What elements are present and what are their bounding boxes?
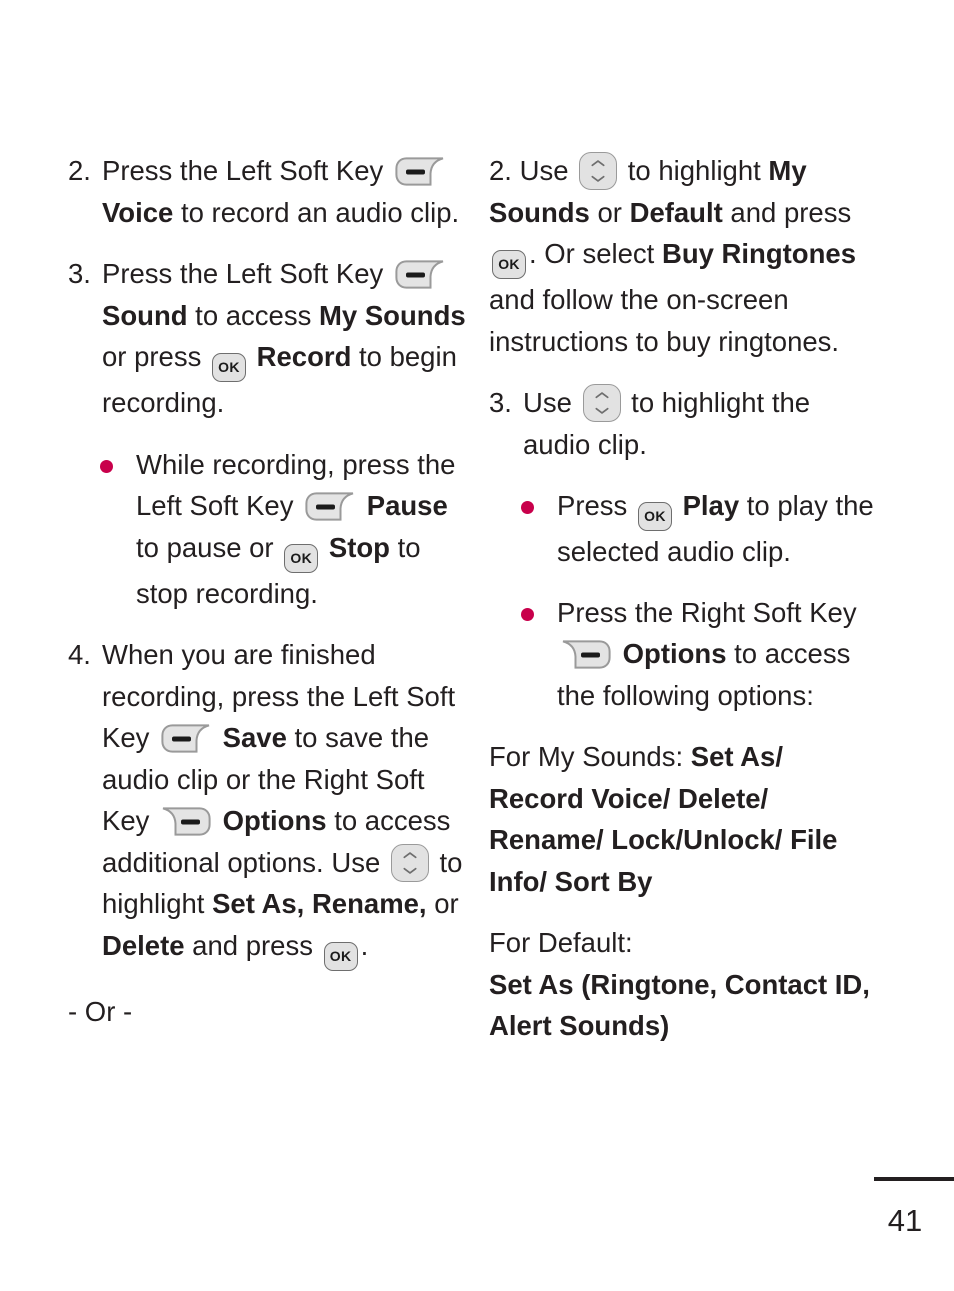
step-bold-term: Buy Ringtones [661,238,856,269]
step-text-part: to record an audio clip. [173,196,460,228]
my-sounds-options: For My Sounds: Set As/ Record Voice/ Del… [489,736,884,902]
left-bullet-list: While recording, press the Left Soft Key… [68,444,468,615]
step-text-part: or press [102,341,209,372]
step-text-part: or [426,888,459,919]
right-soft-key-icon [560,639,612,670]
step-text-part: Press the Left Soft Key [102,258,391,289]
step-bold-term: Record [256,341,352,372]
step-text-part: . [360,929,369,961]
left-soft-key-icon [160,723,212,754]
bullet-dot-icon [100,459,113,473]
right-step-2: 2. Use to highlight My Sounds or Default… [489,150,884,362]
step-text-part: or [589,196,630,228]
right-step-3: 3. Use to highlight the audio clip. [489,382,884,465]
step-number: 2. [68,155,91,186]
ok-key-icon: OK [637,502,672,531]
default-options-label: For Default: [489,927,633,958]
step-text-part: Use [519,155,577,186]
left-soft-key-icon [394,259,446,290]
up-down-navigation-key-icon [390,843,429,882]
step-bold-term: Voice [102,196,174,228]
step-text-part: and press [184,929,321,961]
step-text-part: to highlight [620,155,769,186]
step-bold-term: Default [629,196,723,228]
right-column: 2. Use to highlight My Sounds or Default… [489,150,884,1047]
my-sounds-options-label: For My Sounds: [489,741,691,772]
bullet-dot-icon [521,607,534,621]
or-divider: - Or - [68,995,133,1027]
step-number: 4. [68,639,91,670]
step-text-part: to access [187,299,319,331]
left-column: 2. Press the Left Soft Key Voice to reco… [68,150,468,1032]
step-text-part: Press the Left Soft Key [102,155,391,186]
right-soft-key-icon [160,806,212,837]
step-number: 2. [489,155,512,186]
step-bold-term: Delete [102,929,185,961]
default-options-value: Set As (Ringtone, Contact ID, Alert Soun… [489,968,870,1042]
step-bold-term: My Sounds [319,299,466,331]
step-bold-term: Sound [102,299,188,331]
step-text-part: and press [722,196,852,228]
bullet-text-part: Press [557,490,635,521]
bullet-bold-term: Play [682,490,740,521]
bullet-bold-term: Pause [366,490,448,521]
ok-key-icon: OK [284,543,319,573]
right-bullet-item-2: Press the Right Soft Key Options to acce… [489,592,884,717]
left-bullet-item-1: While recording, press the Left Soft Key… [68,444,468,615]
default-options: For Default: Set As (Ringtone, Contact I… [489,922,884,1047]
step-text-part: . Or select [529,238,662,269]
step-text-part: Use [523,387,580,418]
bullet-text-part: to pause or [136,531,282,563]
step-bold-term: Set As, Rename, [212,888,427,919]
right-bullet-item-1: Press OK Play to play the selected audio… [489,485,884,573]
step-bold-term: Save [222,722,287,753]
ok-key-icon: OK [492,250,526,279]
step-number: 3. [489,387,512,418]
ok-key-icon: OK [323,941,358,971]
left-soft-key-icon [304,491,356,522]
step-number: 3. [68,258,91,289]
bullet-dot-icon [521,501,534,514]
right-bullet-list: Press OK Play to play the selected audio… [489,485,884,716]
left-soft-key-icon [394,156,446,187]
step-bold-term: Options [222,805,327,836]
left-step-4: 4. When you are finished recording, pres… [68,634,468,971]
footer-rule [874,1177,954,1181]
step-text-part: and follow the on-screen instructions to… [489,284,840,357]
bullet-bold-term: Options [622,638,727,669]
bullet-text-part: Press the Right Soft Key [557,596,857,628]
left-step-2: 2. Press the Left Soft Key Voice to reco… [68,150,468,233]
up-down-navigation-key-icon [582,384,621,422]
left-step-3: 3. Press the Left Soft Key Sound to acce… [68,253,468,424]
manual-page: 2. Press the Left Soft Key Voice to reco… [0,0,954,1291]
ok-key-icon: OK [211,353,246,382]
page-number: 41 [887,1203,923,1238]
up-down-navigation-key-icon [579,152,618,190]
bullet-bold-term: Stop [328,531,390,563]
